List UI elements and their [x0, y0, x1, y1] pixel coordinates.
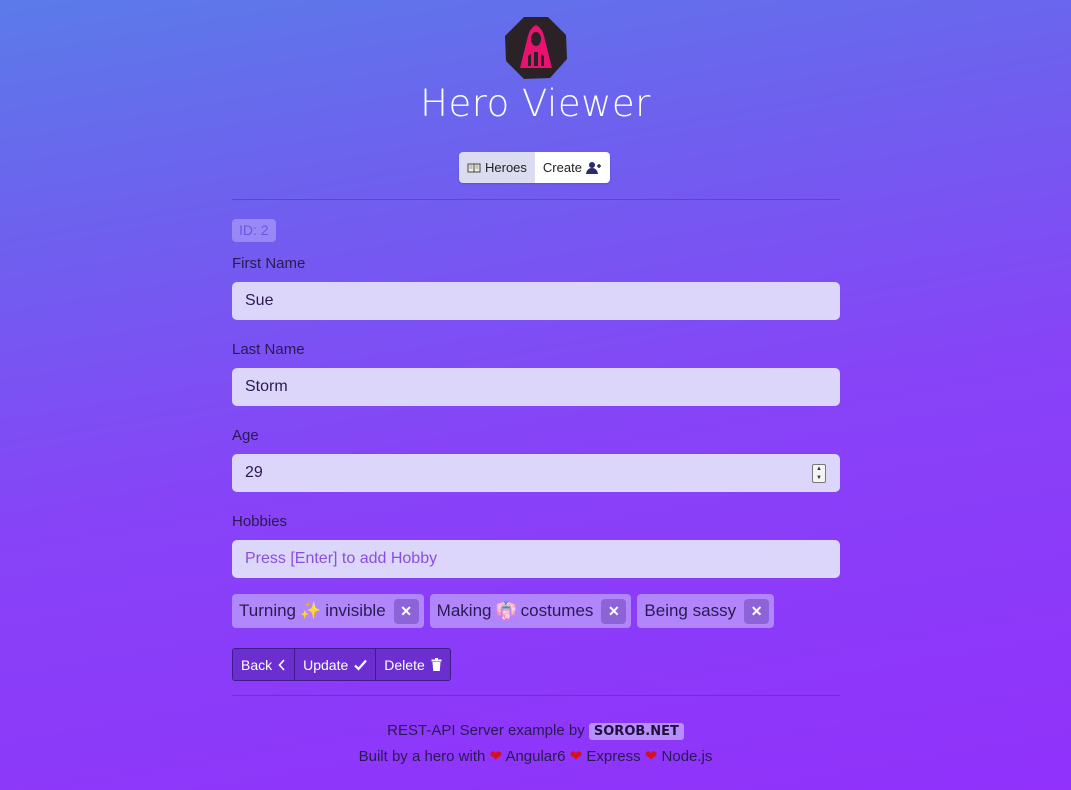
remove-hobby-button[interactable]: ✕	[601, 598, 627, 624]
age-value: 29	[245, 464, 263, 481]
tech-express: Express	[586, 748, 641, 765]
age-input[interactable]: 29 ▲ ▼	[232, 454, 840, 492]
hobby-chip-text-before: Being sassy	[644, 601, 737, 620]
hobby-chip-text-after: costumes	[520, 601, 594, 620]
first-name-input[interactable]: Sue	[232, 282, 840, 320]
hobby-chip: Turning ✨ invisible ✕	[232, 594, 424, 628]
create-nav-label: Create	[542, 160, 582, 175]
hobby-chip: Making 👘 costumes ✕	[429, 594, 632, 628]
hobby-chip: Being sassy ✕	[637, 594, 775, 628]
top-divider	[232, 199, 840, 200]
footer-credit-text: REST-API Server example by	[387, 722, 585, 739]
remove-hobby-button[interactable]: ✕	[393, 598, 419, 624]
age-label: Age	[232, 427, 259, 444]
nav-button-group: Heroes Create	[459, 152, 610, 183]
stepper-down-icon[interactable]: ▼	[816, 475, 822, 481]
hobby-input[interactable]: Press [Enter] to add Hobby	[232, 540, 840, 578]
stepper-up-icon[interactable]: ▲	[816, 466, 822, 472]
hero-id-badge: ID: 2	[232, 219, 276, 242]
heart-icon: ❤	[569, 748, 583, 765]
trash-icon	[431, 658, 442, 671]
tech-angular: Angular6	[505, 748, 566, 765]
brand-link[interactable]: SOROB.NET	[588, 723, 684, 740]
kimono-icon: 👘	[495, 601, 517, 620]
back-button[interactable]: Back	[233, 649, 296, 680]
heroes-nav-button[interactable]: Heroes	[459, 152, 535, 183]
heart-icon: ❤	[489, 748, 503, 765]
check-icon	[354, 659, 368, 671]
hobby-chip-text-before: Turning	[239, 601, 297, 620]
back-label: Back	[241, 656, 273, 673]
first-name-label: First Name	[232, 255, 306, 272]
footer-built-text: Built by a hero with	[358, 748, 486, 765]
book-icon	[467, 163, 481, 172]
hobby-chip-list: Turning ✨ invisible ✕ Making 👘 costumes ✕ …	[232, 594, 775, 628]
update-label: Update	[303, 656, 349, 673]
create-nav-button[interactable]: Create	[534, 152, 610, 183]
age-stepper[interactable]: ▲ ▼	[812, 464, 826, 483]
heart-icon: ❤	[644, 748, 658, 765]
bottom-divider	[232, 695, 840, 696]
heroes-nav-label: Heroes	[485, 160, 527, 175]
update-button[interactable]: Update	[295, 649, 377, 680]
hobby-chip-text-after: invisible	[325, 601, 386, 620]
last-name-label: Last Name	[232, 341, 305, 358]
remove-hobby-button[interactable]: ✕	[744, 598, 770, 624]
action-button-group: Back Update Delete	[232, 648, 451, 681]
last-name-input[interactable]: Storm	[232, 368, 840, 406]
hobby-chip-text-before: Making	[436, 601, 492, 620]
chevron-left-icon	[278, 658, 285, 671]
footer-tech-line: Built by a hero with ❤ Angular6 ❤ Expres…	[0, 747, 1071, 765]
page-title: Hero Viewer	[420, 82, 651, 125]
hobbies-label: Hobbies	[232, 513, 288, 530]
hero-logo	[505, 17, 567, 79]
delete-button[interactable]: Delete	[376, 649, 450, 680]
add-user-icon	[585, 161, 601, 174]
delete-label: Delete	[384, 656, 425, 673]
sparkles-icon: ✨	[300, 601, 322, 620]
footer-credit-line: REST-API Server example by SOROB.NET	[0, 722, 1071, 740]
tech-nodejs: Node.js	[661, 748, 713, 765]
